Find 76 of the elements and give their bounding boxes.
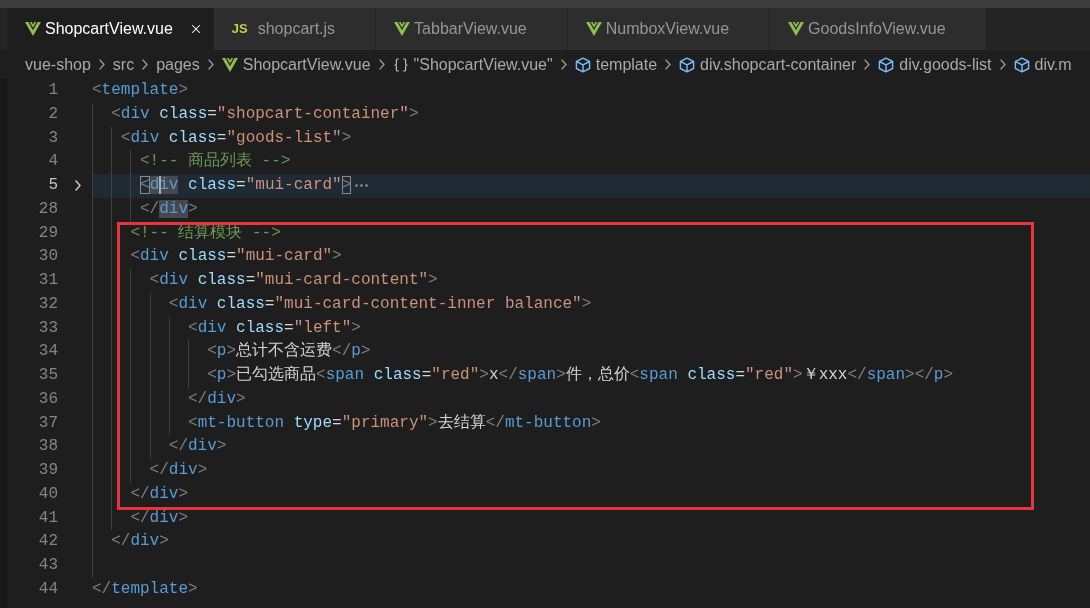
ellipsis-icon[interactable]	[355, 184, 369, 188]
line-number: 29	[37, 222, 58, 244]
line-number: 31	[37, 270, 58, 291]
chevron-right-icon	[864, 59, 871, 70]
line-number: 39	[37, 460, 58, 481]
line-number: 42	[37, 531, 58, 553]
breadcrumb-item[interactable]: div.m	[1013, 54, 1072, 75]
breadcrumb-item[interactable]: src	[112, 54, 135, 75]
chevron-right-icon	[142, 59, 149, 70]
breadcrumb-item[interactable]: pages	[156, 54, 200, 75]
code-line: </div>	[148, 460, 208, 481]
line-number: 44	[37, 578, 58, 600]
code-comment: <!-- 商品列表 -->	[139, 150, 291, 173]
breadcrumb-item[interactable]: div.goods-list	[878, 54, 992, 75]
file-type-label: JS	[231, 21, 248, 37]
code-line: <template>	[92, 80, 189, 101]
v-mark-icon	[221, 57, 238, 72]
chevron-right-icon	[560, 59, 567, 70]
breadcrumb-item[interactable]: "ShopcartView.vue"	[392, 54, 553, 75]
chevron-right-icon	[98, 59, 105, 70]
code-line: <div class="goods-list">	[119, 127, 352, 149]
code-line: <p>总计不含运费</p>	[206, 341, 371, 363]
v-mark-icon	[585, 22, 602, 36]
editor-tab[interactable]: JS shopcart.js	[213, 8, 377, 50]
breadcrumb-item[interactable]: template	[574, 54, 658, 75]
v-mark-icon	[394, 22, 411, 36]
line-number: 2	[47, 103, 58, 125]
breadcrumb-item[interactable]: vue-shop	[25, 54, 91, 75]
code-line: <div class="mui-card">	[129, 246, 342, 268]
v-mark-icon	[788, 22, 805, 36]
code-line: </div>	[129, 483, 189, 505]
chevron-right-icon[interactable]	[75, 180, 81, 192]
line-number: 1	[47, 80, 58, 101]
braces-icon	[392, 56, 409, 73]
chevron-right-icon	[665, 59, 672, 70]
line-number: 38	[37, 436, 58, 458]
cube-icon	[878, 56, 895, 73]
line-number: 36	[37, 388, 58, 410]
editor-tab[interactable]: NumboxView.vue	[567, 8, 771, 50]
line-number: 3	[47, 127, 58, 149]
editor-tab[interactable]: GoodsInfoView.vue	[770, 8, 987, 50]
line-number: 41	[37, 507, 58, 529]
line-number: 34	[37, 341, 58, 363]
code-line: <p>已勾选商品<span class="red">x</span>件，总价<span class="red">￥xxx</span></p>	[206, 364, 954, 386]
cube-icon	[679, 56, 696, 73]
code-line: </div>	[139, 198, 198, 220]
line-number: 35	[37, 365, 58, 386]
chevron-right-icon	[378, 59, 385, 70]
line-number: 33	[37, 317, 58, 339]
code-line: </div>	[110, 531, 169, 553]
line-number: 37	[37, 412, 58, 434]
code-line: <div class="mui-card-content-inner balance">	[167, 293, 592, 315]
line-number: 30	[37, 246, 58, 268]
line-number: 28	[37, 198, 58, 220]
v-mark-icon	[25, 22, 41, 36]
line-number: 32	[37, 293, 58, 315]
editor-tab[interactable]: ShopcartView.vue	[7, 8, 214, 50]
editor-tab[interactable]: TabbarView.vue	[376, 8, 568, 50]
line-number: 40	[37, 483, 58, 505]
code-line: </div>	[129, 507, 189, 529]
chevron-right-icon	[999, 59, 1006, 70]
code-line: <mt-button type="primary">去结算</mt-button>	[187, 412, 601, 434]
code-line: </div>	[187, 388, 246, 410]
line-number: 5	[47, 175, 58, 196]
code-line: <div class="left">	[187, 317, 361, 339]
breadcrumb-item[interactable]: ShopcartView.vue	[221, 54, 371, 75]
code-line: </div>	[167, 436, 227, 458]
code-line: </template>	[92, 578, 198, 600]
cube-icon	[1013, 56, 1030, 73]
line-number: 43	[37, 555, 58, 576]
chevron-right-icon	[207, 59, 214, 70]
cube-icon	[574, 56, 591, 73]
code-line: <div class="shopcart-container">	[110, 103, 419, 125]
line-number: 4	[47, 151, 58, 173]
breadcrumb-item[interactable]: div.shopcart-container	[679, 54, 857, 75]
code-line: <div class="mui-card-content">	[148, 270, 438, 291]
